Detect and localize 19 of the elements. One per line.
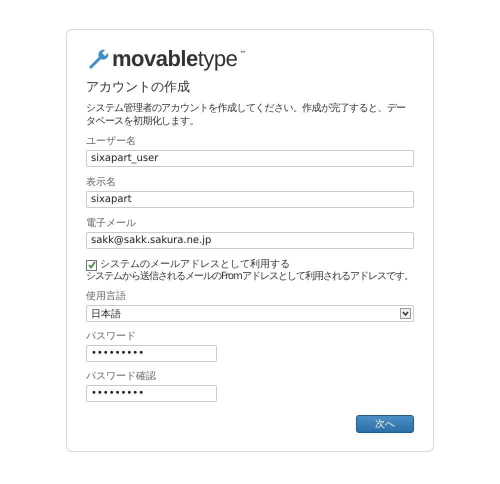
field-label: 使用言語 [86, 291, 127, 303]
field-label: パスワード [86, 331, 137, 343]
field-label: パスワード確認 [86, 371, 157, 383]
input-field[interactable]: sixapart [86, 191, 414, 208]
hint-text: システムから送信されるメールのFromアドレスとして利用されるアドレスです。 [86, 271, 413, 283]
logo-text: movabletype [112, 46, 238, 72]
field-label: 表示名 [86, 177, 117, 189]
language-select[interactable]: 日本語 [86, 305, 414, 322]
next-button[interactable]: 次へ [356, 415, 414, 433]
description: システム管理者のアカウントを作成してください。作成が完了すると、データベースを初期化します。 [86, 102, 407, 128]
field-label: ユーザー名 [86, 136, 137, 148]
password-field[interactable]: ••••••••• [86, 385, 217, 402]
checkbox[interactable] [86, 260, 97, 270]
field-label: 電子メール [86, 218, 137, 230]
page-title: アカウントの作成 [86, 80, 191, 96]
password-field[interactable]: ••••••••• [86, 345, 217, 362]
checkbox-label: システムのメールアドレスとして利用する [100, 259, 290, 271]
input-field[interactable]: sixapart_user [86, 150, 414, 167]
input-field[interactable]: sakk@sakk.sakura.ne.jp [86, 232, 414, 249]
